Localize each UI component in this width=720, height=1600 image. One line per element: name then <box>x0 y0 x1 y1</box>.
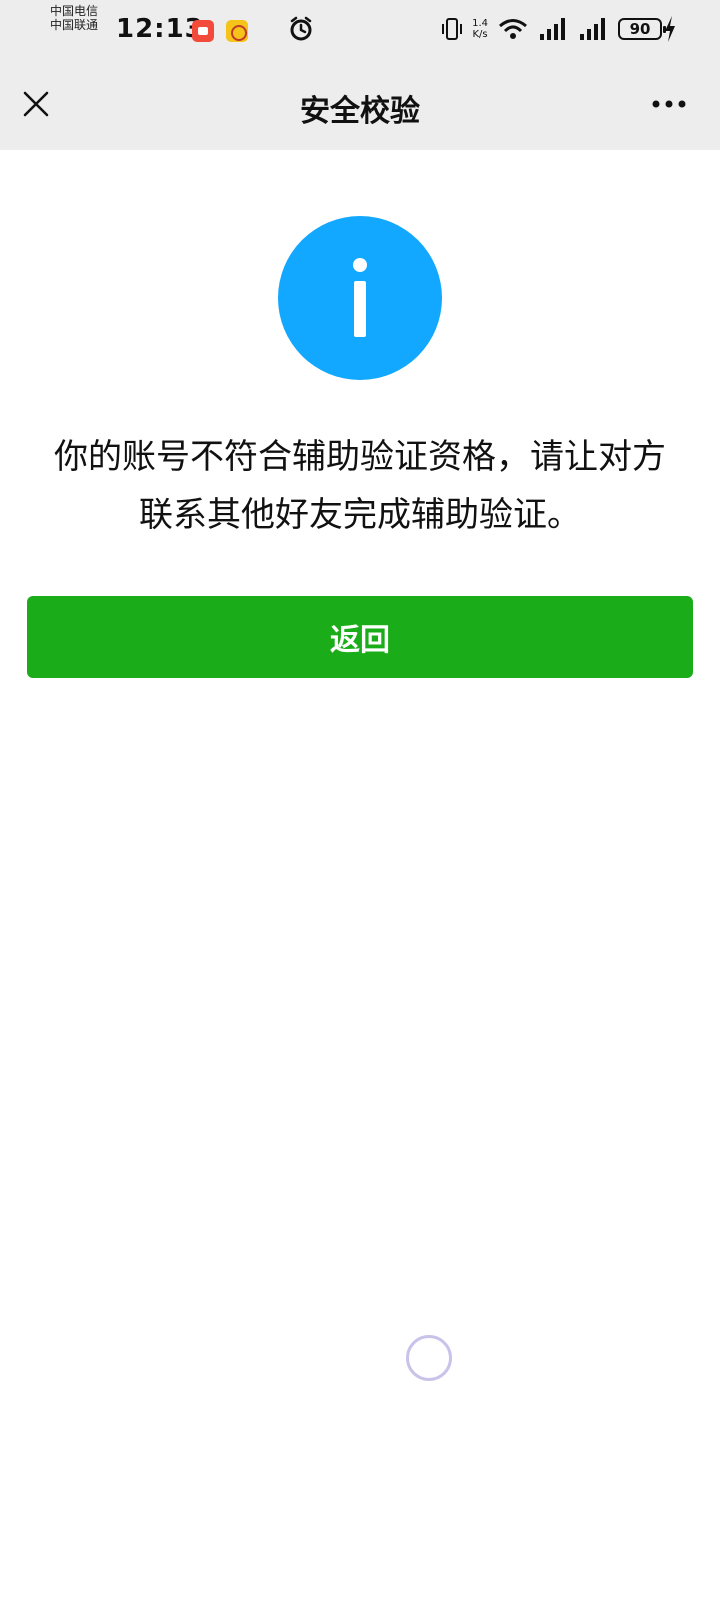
status-time: 12:13 <box>116 14 204 44</box>
carrier-info: 中国电信 中国联通 <box>50 4 98 32</box>
status-indicators: 1.4 K/s 90 <box>442 12 666 46</box>
wifi-icon <box>499 19 527 39</box>
video-app-icon <box>192 20 214 42</box>
message-line-1: 你的账号不符合辅助验证资格，请让对方 <box>54 437 666 477</box>
message-line-2: 联系其他好友完成辅助验证。 <box>139 495 581 535</box>
speed-unit: K/s <box>472 29 488 40</box>
info-icon <box>278 216 442 380</box>
more-options-button[interactable] <box>644 86 694 122</box>
status-bar: 中国电信 中国联通 12:13 1.4 K/s 90 <box>0 0 720 58</box>
page-title: 安全校验 <box>300 94 420 129</box>
battery-icon: 90 <box>618 18 666 40</box>
speed-value: 1.4 <box>472 18 488 29</box>
vibrate-icon <box>442 18 463 40</box>
carrier-1: 中国电信 <box>50 4 99 18</box>
more-dots-icon <box>652 100 686 108</box>
main-content: 你的账号不符合辅助验证资格，请让对方 联系其他好友完成辅助验证。 返回 <box>0 150 720 1600</box>
yellow-app-icon <box>226 20 248 42</box>
carrier-2: 中国联通 <box>50 18 99 32</box>
signal-4g-icon <box>580 18 605 40</box>
verification-message: 你的账号不符合辅助验证资格，请让对方 联系其他好友完成辅助验证。 <box>30 428 690 544</box>
charging-bolt-icon <box>665 16 675 42</box>
network-speed: 1.4 K/s <box>472 18 488 40</box>
nav-bar: 安全校验 <box>0 58 720 150</box>
back-button[interactable]: 返回 <box>27 596 693 678</box>
signal-4g-icon <box>540 18 565 40</box>
alarm-icon <box>290 16 312 41</box>
touch-indicator <box>406 1335 452 1381</box>
